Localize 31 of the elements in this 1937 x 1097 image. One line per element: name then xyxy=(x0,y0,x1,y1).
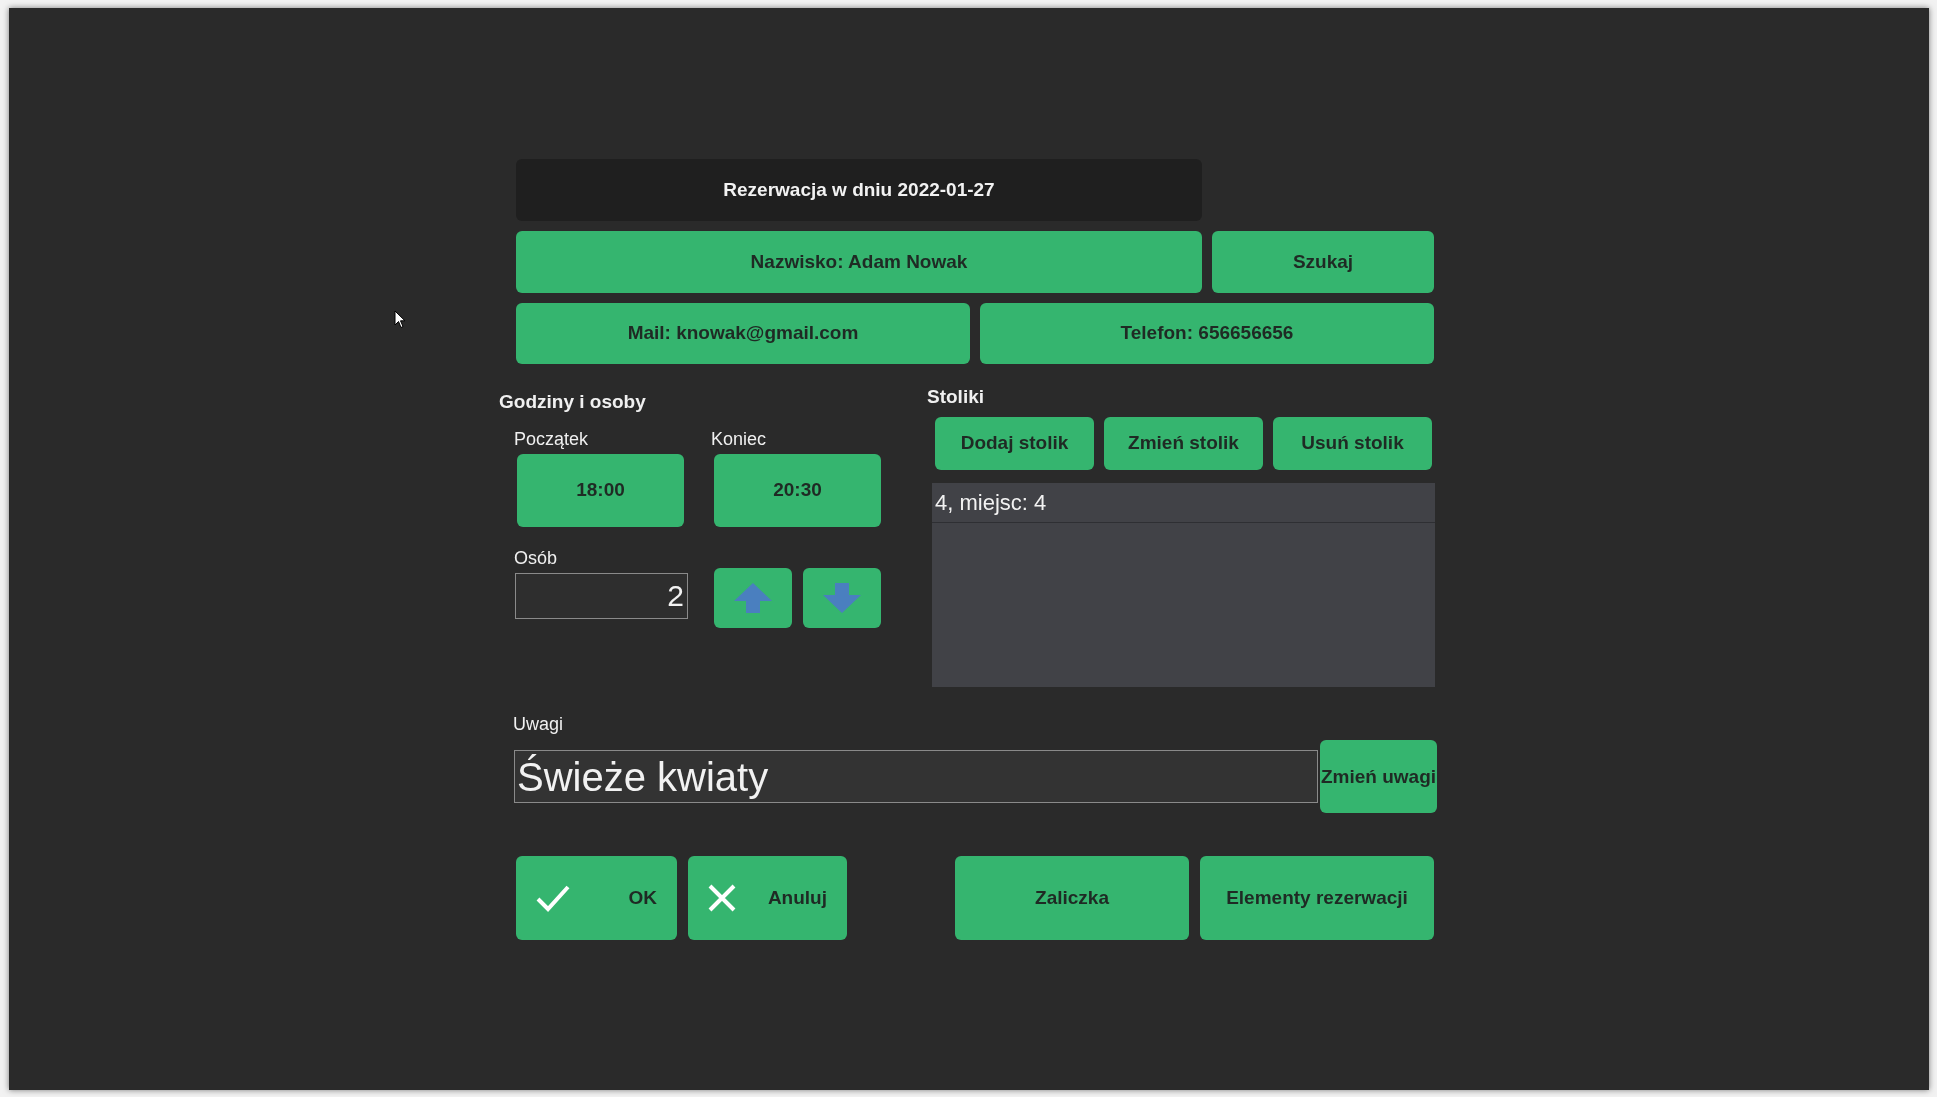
field-label: Osób xyxy=(514,547,559,570)
field-label: Koniec xyxy=(711,428,768,451)
mail-button[interactable]: Mail: knowak@gmail.com xyxy=(516,303,970,364)
decrease-button[interactable] xyxy=(803,568,881,628)
phone-button[interactable]: Telefon: 656656656 xyxy=(980,303,1434,364)
ok-button[interactable]: OK xyxy=(516,856,677,940)
mouse-pointer-icon xyxy=(394,310,406,329)
up-arrow-icon xyxy=(733,582,773,614)
start-time-button[interactable]: 18:00 xyxy=(517,454,684,527)
window-title: Rezerwacja w dniu 2022-01-27 xyxy=(516,159,1202,221)
people-input-field[interactable]: 2 xyxy=(515,573,688,619)
close-icon xyxy=(708,884,736,912)
section-heading: Godziny i osoby xyxy=(499,390,647,414)
action-button[interactable]: Elementy rezerwacji xyxy=(1200,856,1434,940)
increase-button[interactable] xyxy=(714,568,792,628)
table-action-button[interactable]: Usuń stolik xyxy=(1273,417,1432,470)
end-time-button[interactable]: 20:30 xyxy=(714,454,881,527)
change-notes-button[interactable]: Zmień uwagi xyxy=(1320,740,1437,813)
table-action-button[interactable]: Zmień stolik xyxy=(1104,417,1263,470)
field-label: Początek xyxy=(514,428,590,451)
cancel-button[interactable]: Anuluj xyxy=(688,856,847,940)
search-button[interactable]: Szukaj xyxy=(1212,231,1434,293)
field-label: Uwagi xyxy=(513,713,565,736)
down-arrow-icon xyxy=(822,582,862,614)
checkmark-icon xyxy=(536,884,570,912)
section-heading: Stoliki xyxy=(927,385,985,409)
name-button[interactable]: Nazwisko: Adam Nowak xyxy=(516,231,1202,293)
notes-input-field[interactable]: Świeże kwiaty xyxy=(514,750,1318,803)
table-action-button[interactable]: Dodaj stolik xyxy=(935,417,1094,470)
action-button[interactable]: Zaliczka xyxy=(955,856,1189,940)
table-list-item[interactable]: 4, miejsc: 4 xyxy=(932,483,1435,523)
